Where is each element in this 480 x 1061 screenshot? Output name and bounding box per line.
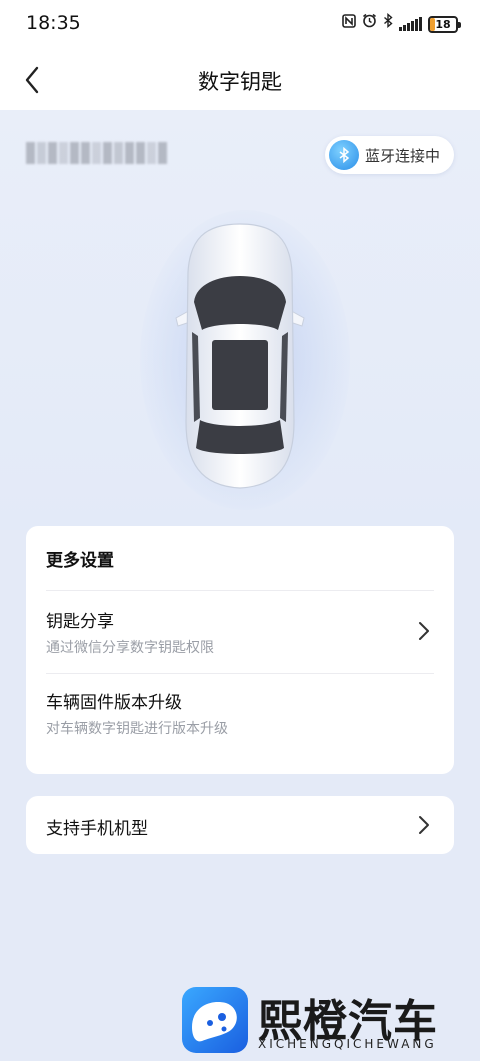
status-bar: 18:35 18 xyxy=(0,0,480,48)
bluetooth-status-chip[interactable]: 蓝牙连接中 xyxy=(324,136,454,174)
bluetooth-icon xyxy=(383,12,393,35)
supported-phones-row[interactable]: 支持手机机型 xyxy=(26,796,454,854)
nfc-icon xyxy=(342,13,356,35)
supported-phones-title: 支持手机机型 xyxy=(46,819,148,839)
more-settings-header: 更多设置 xyxy=(46,551,114,571)
firmware-upgrade-row[interactable]: 车辆固件版本升级 对车辆数字钥匙进行版本升级 xyxy=(26,674,454,756)
nav-bar: 数字钥匙 xyxy=(0,48,480,110)
car-top-view-icon xyxy=(175,223,305,489)
bluetooth-status-label: 蓝牙连接中 xyxy=(364,146,440,165)
signal-icon xyxy=(399,17,422,31)
battery-level: 18 xyxy=(435,17,451,31)
firmware-upgrade-title: 车辆固件版本升级 xyxy=(46,693,182,713)
more-settings-card: 更多设置 钥匙分享 通过微信分享数字钥匙权限 车辆固件版本升级 对车辆数字钥匙进… xyxy=(26,526,454,774)
key-share-title: 钥匙分享 xyxy=(46,612,114,632)
status-icons: 18 xyxy=(342,12,461,35)
watermark-subtitle: XICHENGQICHEWANG xyxy=(258,1037,437,1051)
watermark: 熙橙汽车网 XICHENGQICHEWANG xyxy=(182,985,472,1061)
chevron-right-icon xyxy=(416,619,432,643)
key-share-subtitle: 通过微信分享数字钥匙权限 xyxy=(46,640,214,656)
battery-icon: 18 xyxy=(428,15,461,33)
status-time: 18:35 xyxy=(26,12,81,34)
vehicle-hero: 蓝牙连接中 xyxy=(0,110,480,530)
page-title: 数字钥匙 xyxy=(198,70,282,94)
watermark-logo xyxy=(182,987,248,1053)
bluetooth-icon xyxy=(328,140,359,170)
alarm-icon xyxy=(362,13,377,35)
blurred-vehicle-id xyxy=(26,142,167,164)
firmware-upgrade-subtitle: 对车辆数字钥匙进行版本升级 xyxy=(46,721,228,737)
key-share-row[interactable]: 钥匙分享 通过微信分享数字钥匙权限 xyxy=(26,591,454,673)
chevron-right-icon xyxy=(416,813,432,837)
